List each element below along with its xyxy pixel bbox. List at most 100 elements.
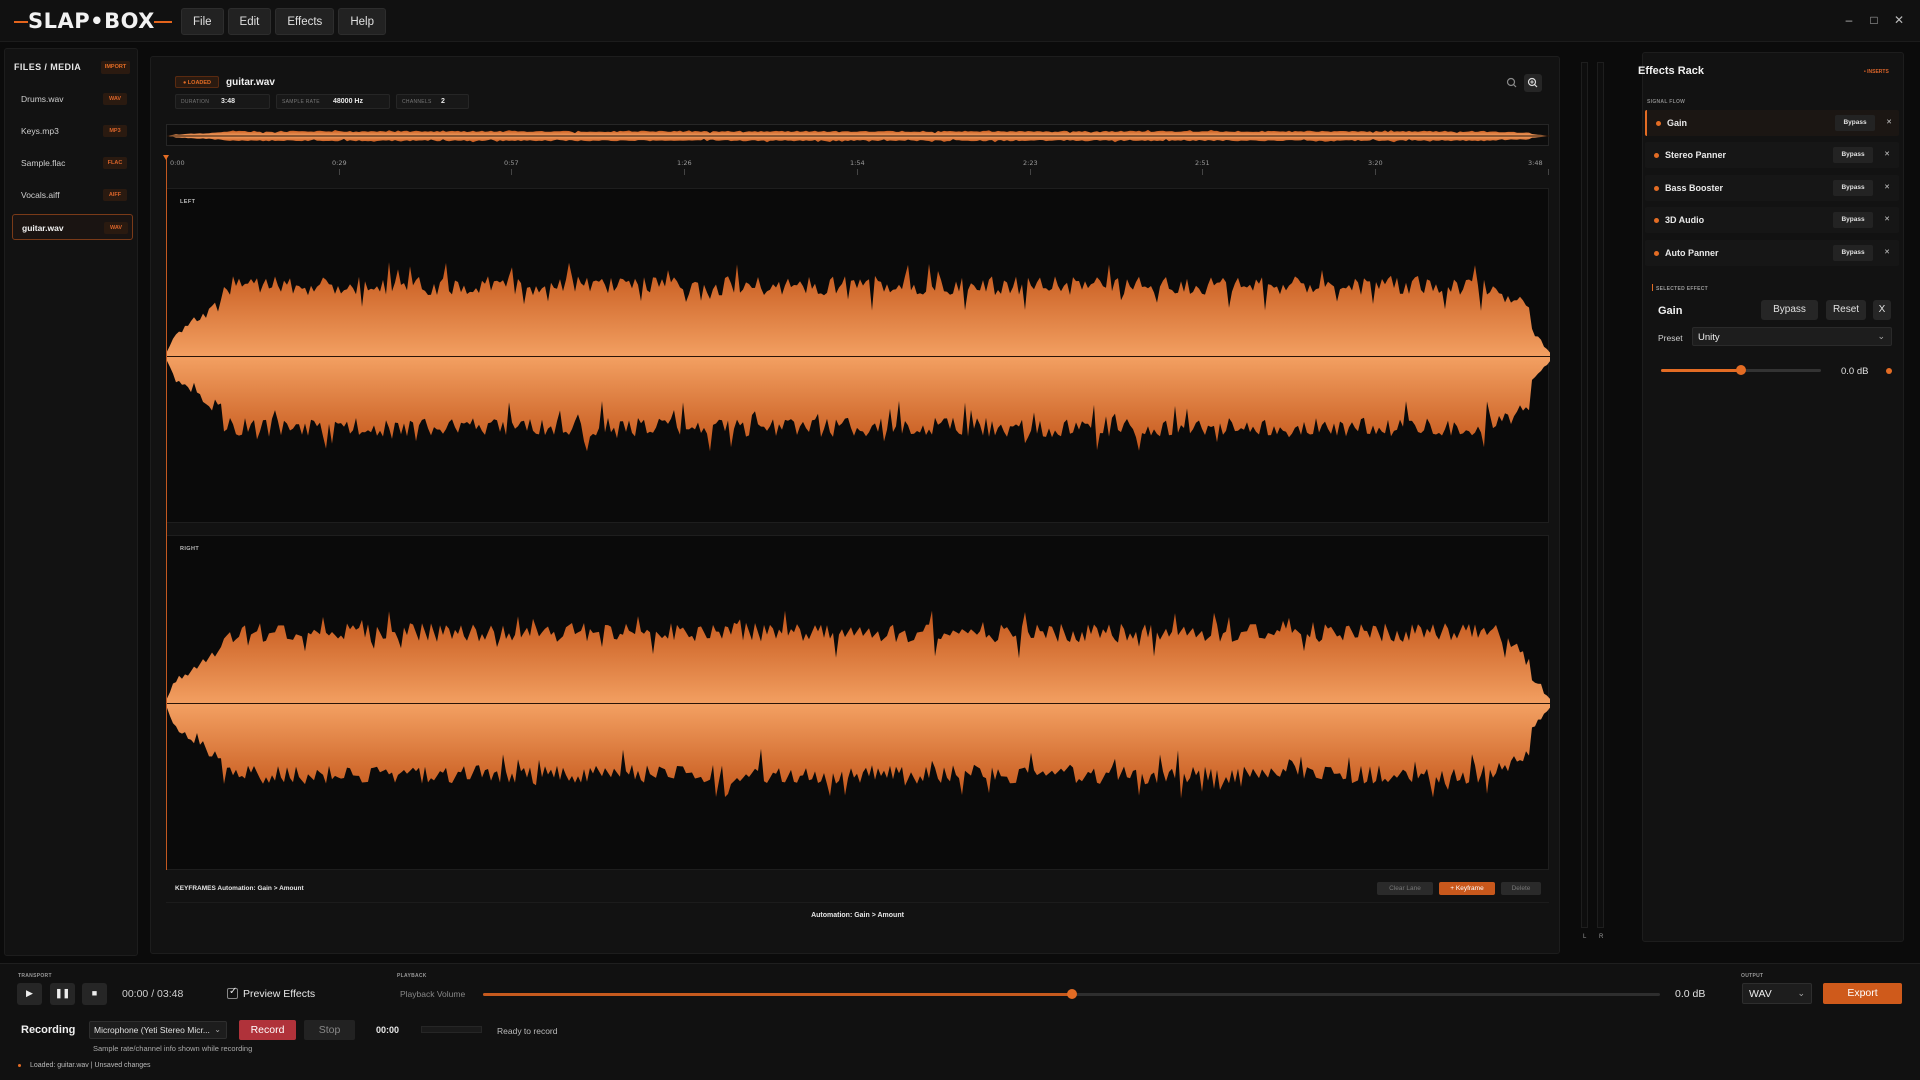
playhead-handle[interactable] [163, 155, 169, 160]
stop-recording-button[interactable]: Stop [304, 1020, 355, 1040]
channel-label: RIGHT [180, 546, 200, 552]
fx-remove-icon[interactable]: ✕ [1879, 180, 1895, 196]
file-type-badge: AIFF [103, 189, 127, 201]
preview-effects-checkbox[interactable]: ✓ [227, 986, 238, 999]
selected-bypass-button[interactable]: Bypass [1761, 300, 1818, 320]
file-type-badge: WAV [104, 222, 128, 234]
playback-volume-slider[interactable] [483, 989, 1660, 999]
tick-label: 0:00 [170, 159, 185, 167]
output-label: OUTPUT [1741, 973, 1764, 979]
left-channel-lane[interactable]: LEFT [166, 188, 1550, 523]
play-icon: ▶ [26, 988, 33, 998]
info-label: SAMPLE RATE [282, 99, 320, 105]
playback-time: 00:00 / 03:48 [122, 988, 184, 1000]
selected-reset-button[interactable]: Reset [1826, 300, 1866, 320]
loaded-badge: ● LOADED [175, 76, 219, 88]
maximize-icon[interactable]: □ [1866, 12, 1882, 28]
fx-remove-icon[interactable]: ✕ [1879, 212, 1895, 228]
meter-right [1597, 62, 1604, 928]
right-waveform [167, 610, 1550, 799]
automation-lane-title: Automation: Gain > Amount [811, 912, 904, 919]
add-keyframe-button[interactable]: + Keyframe [1439, 882, 1495, 895]
playback-label: PLAYBACK [397, 973, 427, 979]
fx-name: 3D Audio [1665, 215, 1705, 225]
files-panel: FILES / MEDIA IMPORT Drums.wav WAV Keys.… [4, 48, 138, 956]
fx-bypass-button[interactable]: Bypass [1833, 212, 1873, 228]
file-type-badge: WAV [103, 93, 127, 105]
pause-button[interactable]: ❚❚ [50, 983, 75, 1005]
menu-help[interactable]: Help [338, 8, 386, 35]
fx-bypass-button[interactable]: Bypass [1833, 245, 1873, 261]
inserts-label: • INSERTS [1864, 69, 1889, 75]
zoom-out-icon[interactable] [1503, 74, 1521, 92]
fx-status-dot [1654, 251, 1659, 256]
file-item-drums[interactable]: Drums.wav WAV [12, 86, 133, 112]
fx-item-gain[interactable]: Gain Bypass ✕ [1645, 110, 1899, 136]
right-channel-lane[interactable]: RIGHT [166, 535, 1550, 870]
fx-remove-icon[interactable]: ✕ [1881, 115, 1897, 131]
recording-time: 00:00 [376, 1025, 400, 1035]
fx-bypass-button[interactable]: Bypass [1833, 180, 1873, 196]
gain-slider[interactable] [1661, 365, 1821, 375]
menu-edit[interactable]: Edit [227, 8, 272, 35]
fx-bypass-button[interactable]: Bypass [1833, 147, 1873, 163]
stop-transport-button[interactable]: ■ [82, 983, 107, 1005]
fx-bypass-button[interactable]: Bypass [1835, 115, 1875, 131]
logo-text: SLAP•BOX [28, 9, 155, 33]
fx-item-stereo-panner[interactable]: Stereo Panner Bypass ✕ [1645, 142, 1899, 168]
overview-waveform [167, 129, 1550, 143]
selected-effect-name: Gain [1658, 305, 1683, 317]
tick-label: 1:26 [677, 159, 692, 167]
tick-label: 0:57 [504, 159, 519, 167]
keyframe-toggle-icon[interactable] [1886, 368, 1892, 374]
file-item-sample[interactable]: Sample.flac FLAC [12, 150, 133, 176]
menu-file[interactable]: File [181, 8, 224, 35]
selected-close-button[interactable]: X [1873, 300, 1891, 320]
import-button[interactable]: IMPORT [101, 61, 130, 74]
minimize-icon[interactable]: – [1841, 12, 1857, 28]
output-format-select[interactable]: WAV ⌄ [1742, 983, 1812, 1004]
input-device-select[interactable]: Microphone (Yeti Stereo Micr... ⌄ [89, 1021, 227, 1039]
preset-value: Unity [1698, 332, 1720, 343]
export-button[interactable]: Export [1823, 983, 1902, 1004]
menu-effects[interactable]: Effects [275, 8, 335, 35]
keyframes-toolbar: KEYFRAMES Automation: Gain > Amount Clea… [166, 879, 1549, 899]
fx-item-3d-audio[interactable]: 3D Audio Bypass ✕ [1645, 207, 1899, 233]
input-device-value: Microphone (Yeti Stereo Micr... [94, 1025, 210, 1035]
status-bar-text: Loaded: guitar.wav | Unsaved changes [30, 1062, 151, 1069]
delete-keyframe-button[interactable]: Delete [1501, 882, 1541, 895]
recording-hint: Sample rate/channel info shown while rec… [93, 1044, 253, 1053]
effects-rack-title: Effects Rack [1638, 65, 1705, 77]
timeline-ruler[interactable]: 0:00 0:29 0:57 1:26 1:54 2:23 2:51 3:20 … [166, 153, 1549, 175]
fx-status-dot [1654, 153, 1659, 158]
info-label: CHANNELS [402, 99, 432, 105]
editor-filename: guitar.wav [226, 77, 275, 88]
playhead[interactable] [166, 158, 167, 870]
preset-select[interactable]: Unity ⌄ [1692, 327, 1892, 346]
info-value: 2 [441, 98, 445, 105]
waveform-overview[interactable] [166, 124, 1550, 146]
fx-remove-icon[interactable]: ✕ [1879, 147, 1895, 163]
preset-label: Preset [1658, 333, 1683, 343]
duration-info: DURATION 3:48 [175, 94, 270, 109]
automation-lane[interactable]: Automation: Gain > Amount [166, 902, 1549, 932]
file-item-vocals[interactable]: Vocals.aiff AIFF [12, 182, 133, 208]
fx-remove-icon[interactable]: ✕ [1879, 245, 1895, 261]
file-item-keys[interactable]: Keys.mp3 MP3 [12, 118, 133, 144]
fx-item-bass-booster[interactable]: Bass Booster Bypass ✕ [1645, 175, 1899, 201]
close-icon[interactable]: ✕ [1891, 12, 1907, 28]
zoom-in-icon[interactable] [1524, 74, 1542, 92]
pause-icon: ❚❚ [54, 988, 71, 998]
preview-effects-label[interactable]: Preview Effects [243, 988, 315, 1000]
clear-lane-button[interactable]: Clear Lane [1377, 882, 1433, 895]
file-item-guitar[interactable]: guitar.wav WAV [12, 214, 133, 240]
gain-slider-handle[interactable] [1736, 365, 1746, 375]
gain-value: 0.0 dB [1841, 366, 1869, 377]
stop-icon: ■ [91, 988, 98, 998]
play-button[interactable]: ▶ [17, 983, 42, 1005]
chevron-down-icon: ⌄ [1797, 988, 1805, 998]
title-bar: SLAP•BOX File Edit Effects Help – □ ✕ [0, 0, 1920, 42]
fx-item-auto-panner[interactable]: Auto Panner Bypass ✕ [1645, 240, 1899, 266]
playback-volume-handle[interactable] [1067, 989, 1077, 999]
record-button[interactable]: Record [239, 1020, 296, 1040]
